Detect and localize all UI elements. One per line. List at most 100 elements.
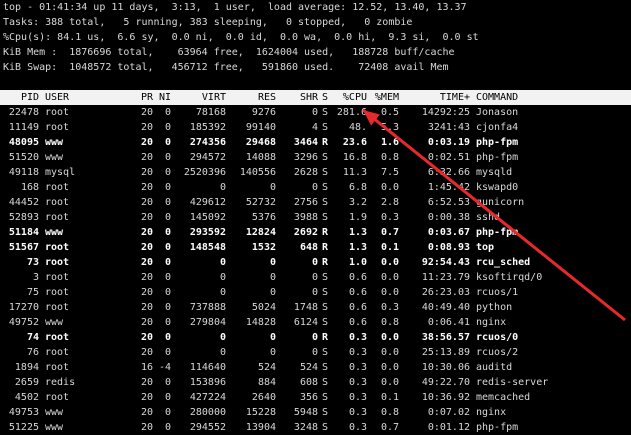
process-row[interactable]: 73 root 20 0 0 0 0 R 1.0 0.0 92:54.43 rcu_sched [0,255,631,270]
cell-shr: 356 [299,392,318,403]
process-row[interactable]: 49752 www 20 0 279804 14828 6124 S 0.6 0.8 0:06.41… [0,315,631,330]
cell-shr: 0 [311,347,318,358]
process-row[interactable]: 51567 root 20 0 148548 1532 648 R 1.3 0.1 0:08.93 t… [0,240,631,255]
cell-cpu: 3.2 [348,197,367,208]
cell-user: root [45,392,70,403]
cell-ni: 0 [164,182,171,193]
cell-pr: 20 [140,167,153,178]
process-row[interactable]: 49753 www 20 0 280000 15228 5948 S 0.3 0.8 0:07.02… [0,405,631,420]
column-header-mem[interactable]: %MEM [367,90,399,105]
column-header-time[interactable]: TIME+ [399,90,470,105]
cell-user: www [45,152,64,163]
cell-ni: 0 [164,257,171,268]
cell-ni: 0 [164,377,171,388]
process-row[interactable]: 22478 root 20 0 78168 9276 0 S 281.6 0.5 14292:25 J… [0,105,631,120]
column-header-virt[interactable]: VIRT [171,90,226,105]
process-row[interactable]: 51184 www 20 0 293592 12824 2692 R 1.3 0.7 0:03.67… [0,225,631,240]
cell-mem: 0.0 [380,272,399,283]
cell-shr: 1748 [293,302,318,313]
cell-cmd: sshd [476,212,501,223]
cell-res: 0 [269,257,276,268]
process-row[interactable]: 52893 root 20 0 145092 5376 3988 S 1.9 0.3 0:00.38… [0,210,631,225]
cell-cpu: 0.3 [348,377,367,388]
cell-pid: 74 [26,332,39,343]
cell-shr: 648 [299,242,318,253]
cell-virt: 185392 [189,122,226,133]
cell-shr: 2756 [293,197,318,208]
cell-mem: 0.0 [380,377,399,388]
column-header-shr[interactable]: SHR [276,90,318,105]
process-row[interactable]: 51225 www 20 0 294552 13904 3248 S 0.3 0.7 0:01.12… [0,420,631,435]
cell-pid: 51225 [8,422,39,433]
process-row[interactable]: 51520 www 20 0 294572 14088 3296 S 16.8 0.8 0:02.5… [0,150,631,165]
cell-mem: 0.3 [380,302,399,313]
process-row[interactable]: 4502 root 20 0 427224 2640 356 S 0.3 0.1 10:36.92 m… [0,390,631,405]
process-row[interactable]: 17270 root 20 0 737888 5024 1748 S 0.6 0.3 40:49.4… [0,300,631,315]
process-row[interactable]: 11149 root 20 0 185392 99140 4 S 48. 5.3 3241:43 cj… [0,120,631,135]
cell-mem: 0.0 [380,257,399,268]
process-row[interactable]: 2659 redis 20 0 153896 884 608 S 0.3 0.0 49:22.70 r… [0,375,631,390]
cell-mem: 0.1 [380,242,399,253]
column-header-ni[interactable]: NI [153,90,171,105]
process-row[interactable]: 74 root 20 0 0 0 0 R 0.3 0.0 38:56.57 rcuos/0 [0,330,631,345]
cell-time: 3241:43 [427,122,470,133]
cell-time: 0:00.38 [427,212,470,223]
summary-line: %Cpu(s): 84.1 us, 6.6 sy, 0.0 ni, 0.0 id… [3,32,479,43]
process-row[interactable]: 3 root 20 0 0 0 0 S 0.6 0.0 11:23.79 ksoftirqd/0 [0,270,631,285]
cell-pr: 16 [140,362,153,373]
cell-res: 2640 [251,392,276,403]
cell-pid: 51520 [8,152,39,163]
cell-pid: 75 [26,287,39,298]
cell-pr: 20 [140,422,153,433]
column-header-user[interactable]: USER [39,90,113,105]
process-row[interactable]: 168 root 20 0 0 0 0 S 6.8 0.0 1:45.42 kswapd0 [0,180,631,195]
cell-pid: 49753 [8,407,39,418]
cell-mem: 0.0 [380,287,399,298]
cell-virt: 0 [219,272,226,283]
cell-mem: 2.8 [380,197,399,208]
cell-ni: 0 [164,212,171,223]
process-row[interactable]: 44452 root 20 0 429612 52732 2756 S 3.2 2.8 6:52.5… [0,195,631,210]
cell-pr: 20 [140,257,153,268]
column-header-res[interactable]: RES [226,90,276,105]
cell-time: 0:08.93 [427,242,470,253]
cell-cmd: auditd [476,362,513,373]
cell-time: 6:52.53 [427,197,470,208]
summary-line: KiB Swap: 1048572 total, 456712 free, 59… [3,62,449,73]
cell-s: S [322,377,329,388]
column-header-cmd[interactable]: COMMAND [470,90,626,105]
cell-mem: 0.0 [380,362,399,373]
process-row[interactable]: 76 root 20 0 0 0 0 S 0.3 0.0 25:13.89 rcuos/2 [0,345,631,360]
cell-cmd: Jonason [476,107,519,118]
column-header-pid[interactable]: PID [0,90,39,105]
cell-user: root [45,257,70,268]
cell-virt: 0 [219,257,226,268]
cell-pid: 49752 [8,317,39,328]
column-header-s[interactable]: S [318,90,336,105]
cell-virt: 429612 [189,197,226,208]
cell-pr: 20 [140,407,153,418]
cell-cmd: gunicorn [476,197,525,208]
cell-res: 13904 [245,422,276,433]
cell-res: 9276 [251,107,276,118]
cell-pid: 48095 [8,137,39,148]
cell-pr: 20 [140,137,153,148]
cell-s: S [322,422,329,433]
cell-virt: 294552 [189,422,226,433]
cell-pr: 20 [140,272,153,283]
cell-shr: 6124 [293,317,318,328]
process-row[interactable]: 49118 mysql 20 0 2520396 140556 2628 S 11.3 7.5 6:… [0,165,631,180]
cell-mem: 0.3 [380,212,399,223]
cell-ni: 0 [164,242,171,253]
process-row[interactable]: 1894 root 16 -4 114640 524 524 S 0.3 0.0 10:30.06 a… [0,360,631,375]
process-row[interactable]: 48095 www 20 0 274356 29468 3464 R 23.6 1.6 0:03.1… [0,135,631,150]
column-header-pr[interactable]: PR [113,90,153,105]
cell-pr: 20 [140,197,153,208]
cell-cmd: mysqld [476,167,513,178]
cell-mem: 0.0 [380,332,399,343]
cell-res: 14088 [245,152,276,163]
process-row[interactable]: 75 root 20 0 0 0 0 S 0.6 0.0 26:23.03 rcuos/1 [0,285,631,300]
cell-virt: 0 [219,182,226,193]
column-header-cpu[interactable]: %CPU [336,90,367,105]
cell-ni: -4 [158,362,171,373]
